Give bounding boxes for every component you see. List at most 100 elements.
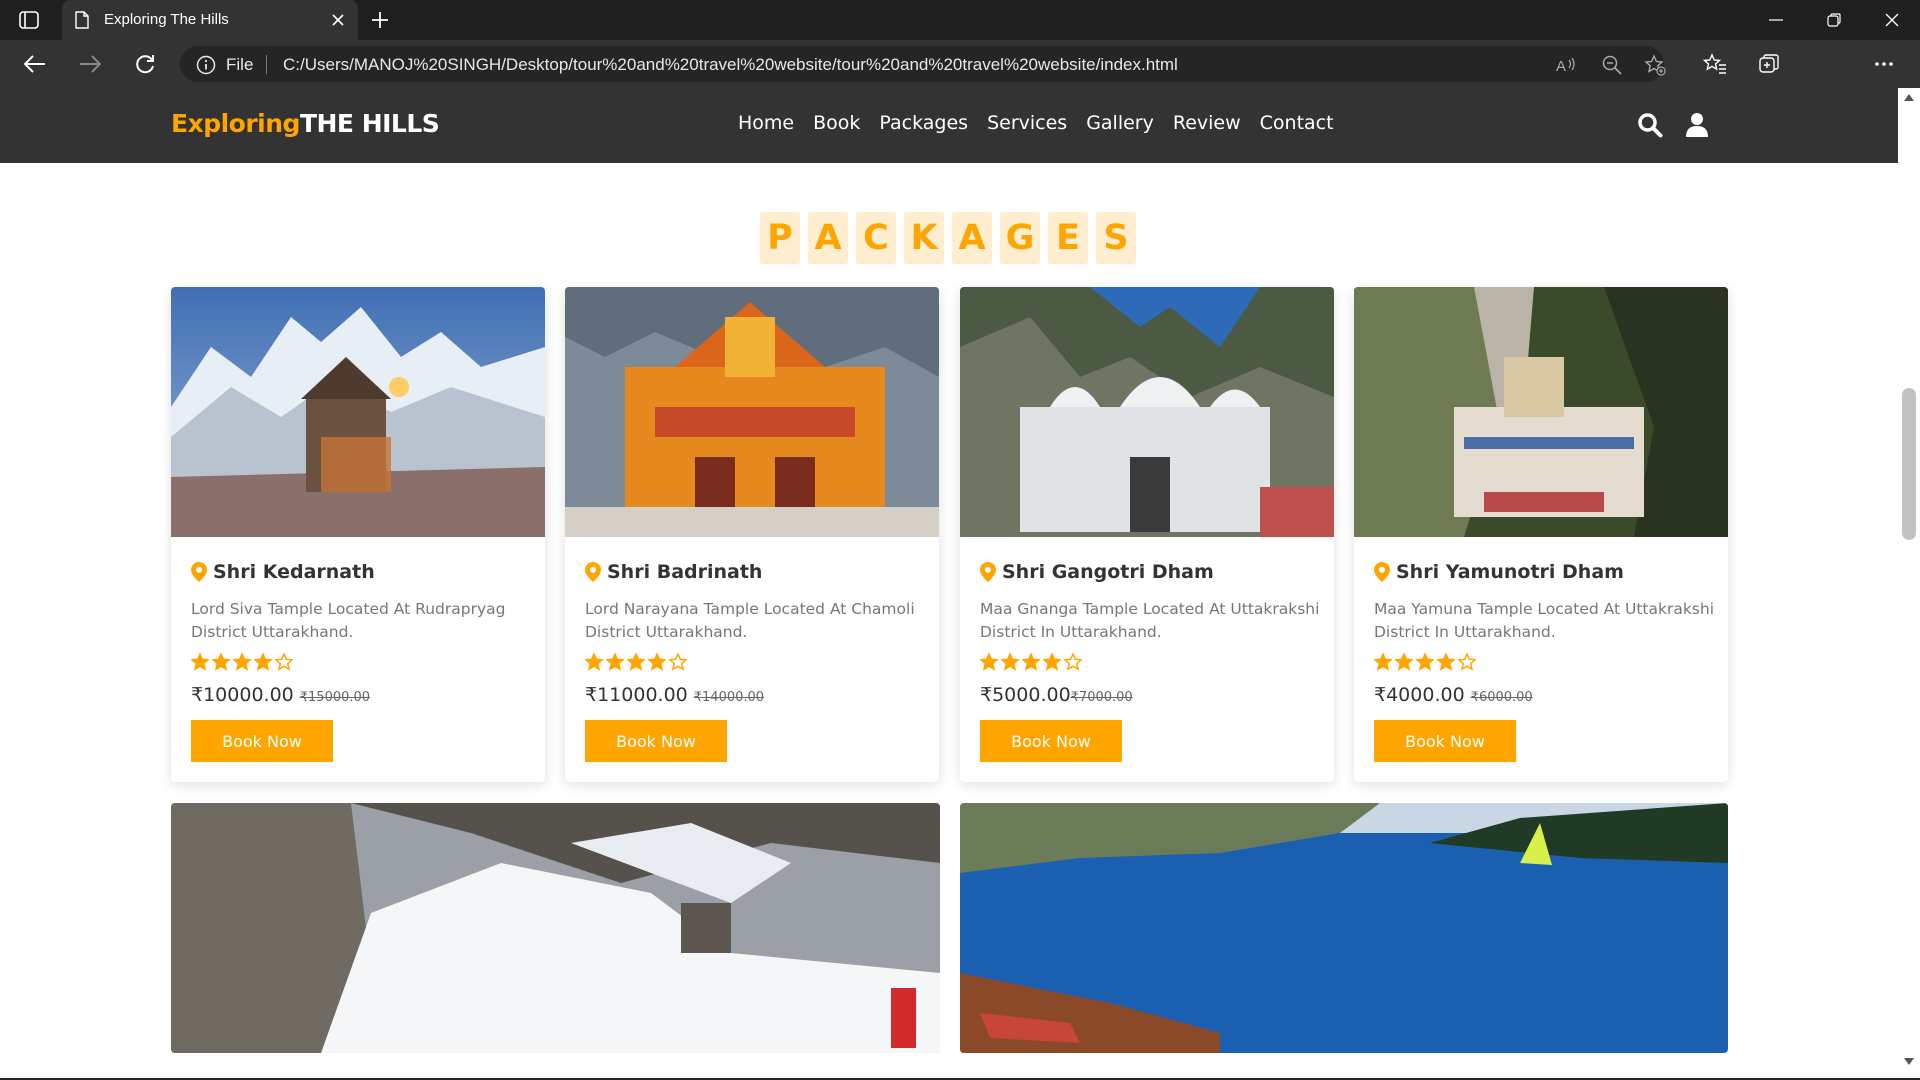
badrinath-image [565,287,939,537]
heading-letter: A [808,212,848,264]
star-filled-icon [627,653,645,671]
location-pin-icon [191,562,207,582]
add-favorite-icon[interactable] [1643,53,1667,77]
collections-icon[interactable] [1756,51,1782,77]
user-icon[interactable] [1684,112,1710,138]
nav-packages[interactable]: Packages [879,112,968,134]
package-card-badrinath: Shri Badrinath Lord Narayana Tample Loca… [565,287,939,782]
nav-services[interactable]: Services [987,112,1067,134]
address-separator [266,55,267,74]
zoom-out-icon[interactable] [1600,53,1624,77]
browser-tab-active[interactable]: Exploring The Hills [62,0,358,40]
star-filled-icon [1437,653,1455,671]
scroll-thumb[interactable] [1902,388,1916,540]
heading-letter: A [952,212,992,264]
package-card-kedarnath: Shri Kedarnath Lord Siva Tample Located … [171,287,545,782]
star-filled-icon [1001,653,1019,671]
star-empty-icon [669,653,687,671]
site-logo[interactable]: ExploringTHE HILLS [171,109,440,138]
nav-review[interactable]: Review [1173,112,1241,134]
close-window-icon[interactable] [1864,0,1920,40]
book-now-button[interactable]: Book Now [980,720,1122,762]
rating-stars [980,653,1082,671]
main-nav: Home Book Packages Services Gallery Revi… [738,112,1334,134]
kedarnath-image [171,287,545,537]
package-description: Maa Gnanga Tample Located At Uttakrakshi… [980,600,1320,641]
old-price: ₹15000.00 [299,690,371,705]
package-description: Lord Narayana Tample Located At Chamoli … [585,600,915,641]
package-name: Shri Kedarnath [213,561,375,583]
scroll-up-arrow[interactable] [1904,94,1914,101]
url-text[interactable]: C:/Users/MANOJ%20SINGH/Desktop/tour%20an… [283,55,1178,75]
lake-image [960,803,1728,1053]
new-tab-icon[interactable] [368,9,392,31]
address-bar[interactable]: File C:/Users/MANOJ%20SINGH/Desktop/tour… [180,46,1667,82]
star-filled-icon [191,653,209,671]
star-filled-icon [585,653,603,671]
nav-contact[interactable]: Contact [1260,112,1334,134]
old-price: ₹7000.00 [1070,690,1133,705]
package-name: Shri Gangotri Dham [1002,561,1214,583]
star-filled-icon [254,653,272,671]
book-now-button[interactable]: Book Now [191,720,333,762]
current-price: ₹10000.00 [191,684,294,706]
rating-stars [1374,653,1476,671]
package-price: ₹5000.00 ₹7000.00 [980,684,1133,706]
restore-icon[interactable] [1806,0,1862,40]
location-pin-icon [980,562,996,582]
forward-icon[interactable] [75,49,105,79]
current-price: ₹4000.00 [1374,684,1465,706]
packages-heading: P A C K A G E S [760,212,1136,264]
package-name: Shri Yamunotri Dham [1396,561,1624,583]
tab-actions-icon[interactable] [18,10,40,30]
book-now-button[interactable]: Book Now [1374,720,1516,762]
heading-letter: C [856,212,896,264]
star-filled-icon [1416,653,1434,671]
old-price: ₹14000.00 [693,690,765,705]
heading-letter: P [760,212,800,264]
read-aloud-icon[interactable]: A [1554,53,1578,77]
book-now-button[interactable]: Book Now [585,720,727,762]
card-title: Shri Badrinath [585,561,762,583]
browser-tab-bar: Exploring The Hills [0,0,1920,40]
nav-gallery[interactable]: Gallery [1086,112,1154,134]
tab-title: Exploring The Hills [104,11,229,28]
snow-temple-image [171,803,940,1053]
star-filled-icon [980,653,998,671]
logo-part2: THE HILLS [299,109,440,138]
refresh-icon[interactable] [130,49,160,79]
current-price: ₹5000.00 [980,684,1071,706]
browser-toolbar: File C:/Users/MANOJ%20SINGH/Desktop/tour… [0,40,1920,119]
more-options-icon[interactable] [1871,51,1897,77]
close-tab-icon[interactable] [328,10,348,30]
gangotri-image [960,287,1334,537]
favorites-icon[interactable] [1702,51,1728,77]
search-icon[interactable] [1637,112,1663,138]
package-price: ₹4000.00 ₹6000.00 [1374,684,1533,706]
package-card-gangotri: Shri Gangotri Dham Maa Gnanga Tample Loc… [960,287,1334,782]
logo-part1: Exploring [171,109,300,138]
location-pin-icon [1374,562,1390,582]
nav-home[interactable]: Home [738,112,794,134]
heading-letter: G [1000,212,1040,264]
minimize-icon[interactable] [1748,0,1804,40]
star-filled-icon [233,653,251,671]
svg-text:A: A [1556,58,1566,75]
heading-letter: E [1048,212,1088,264]
package-price: ₹11000.00 ₹14000.00 [585,684,764,706]
star-empty-icon [275,653,293,671]
package-description: Maa Yamuna Tample Located At Uttakrakshi… [1374,600,1715,641]
star-filled-icon [1022,653,1040,671]
site-header: ExploringTHE HILLS Home Book Packages Se… [0,88,1898,163]
scroll-down-arrow[interactable] [1904,1058,1914,1065]
file-label: File [226,55,254,74]
back-icon[interactable] [20,49,50,79]
nav-book[interactable]: Book [813,112,860,134]
page-scrollbar[interactable] [1898,88,1920,1080]
star-filled-icon [1043,653,1061,671]
star-filled-icon [606,653,624,671]
star-filled-icon [212,653,230,671]
card-title: Shri Kedarnath [191,561,375,583]
old-price: ₹6000.00 [1470,690,1533,705]
info-icon[interactable] [196,55,216,75]
